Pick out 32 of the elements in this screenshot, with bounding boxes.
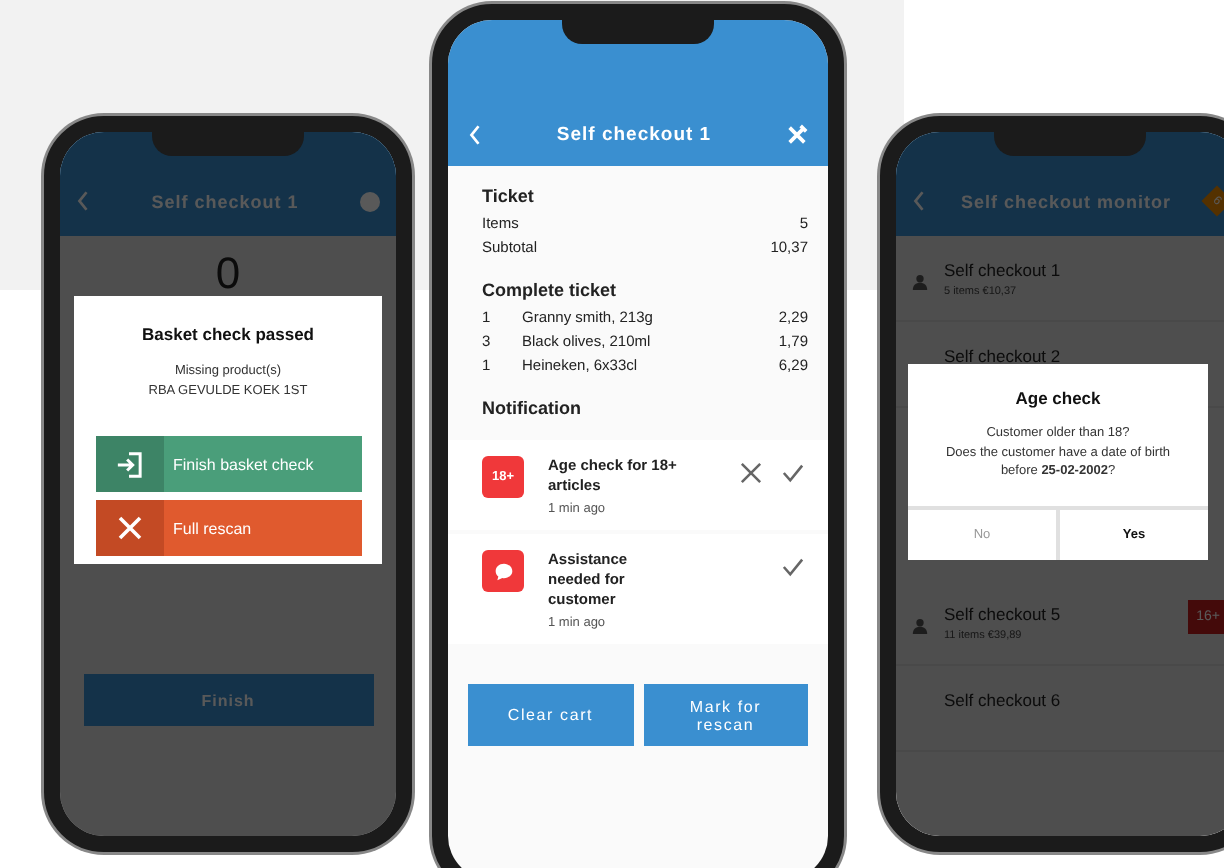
section-heading: Ticket (482, 186, 536, 206)
check-icon[interactable] (782, 556, 804, 578)
section-heading: Notification (482, 398, 583, 418)
back-icon[interactable] (76, 190, 90, 212)
screen-title: Self checkout 1 (149, 192, 301, 212)
person-icon (912, 618, 928, 634)
action-button[interactable]: Clear cart (468, 684, 633, 746)
screen-title: Self checkout monitor (958, 192, 1173, 212)
door-exit-icon (116, 451, 142, 477)
close-icon (117, 516, 141, 540)
checkout-name: Self checkout 6 (944, 690, 1063, 710)
circle-icon[interactable] (360, 192, 380, 212)
check-icon[interactable] (782, 462, 804, 484)
person-icon (912, 274, 928, 290)
item-count: 0 (215, 248, 241, 300)
checkout-item[interactable]: Self checkout 6 (896, 666, 1224, 752)
screen-title: Self checkout 1 (554, 124, 714, 146)
checkout-name: Self checkout 2 (944, 346, 1063, 366)
back-icon[interactable] (912, 190, 926, 212)
checkout-name: Self checkout 5 (944, 604, 1063, 624)
dialog-title: Age check (1013, 388, 1103, 408)
checkout-name: Self checkout 1 (944, 260, 1063, 280)
chat-icon (482, 550, 524, 592)
section-heading: Complete ticket (482, 280, 619, 300)
close-icon[interactable] (740, 462, 762, 484)
finish-button[interactable]: Finish (83, 674, 373, 726)
action-button[interactable]: Full rescan (95, 500, 361, 556)
dialog-title: Basket check passed (142, 324, 314, 344)
back-icon[interactable] (468, 124, 482, 146)
action-button[interactable]: Finish basket check (95, 436, 361, 492)
action-button[interactable]: Mark for rescan (643, 684, 808, 746)
tools-icon[interactable] (786, 124, 808, 146)
